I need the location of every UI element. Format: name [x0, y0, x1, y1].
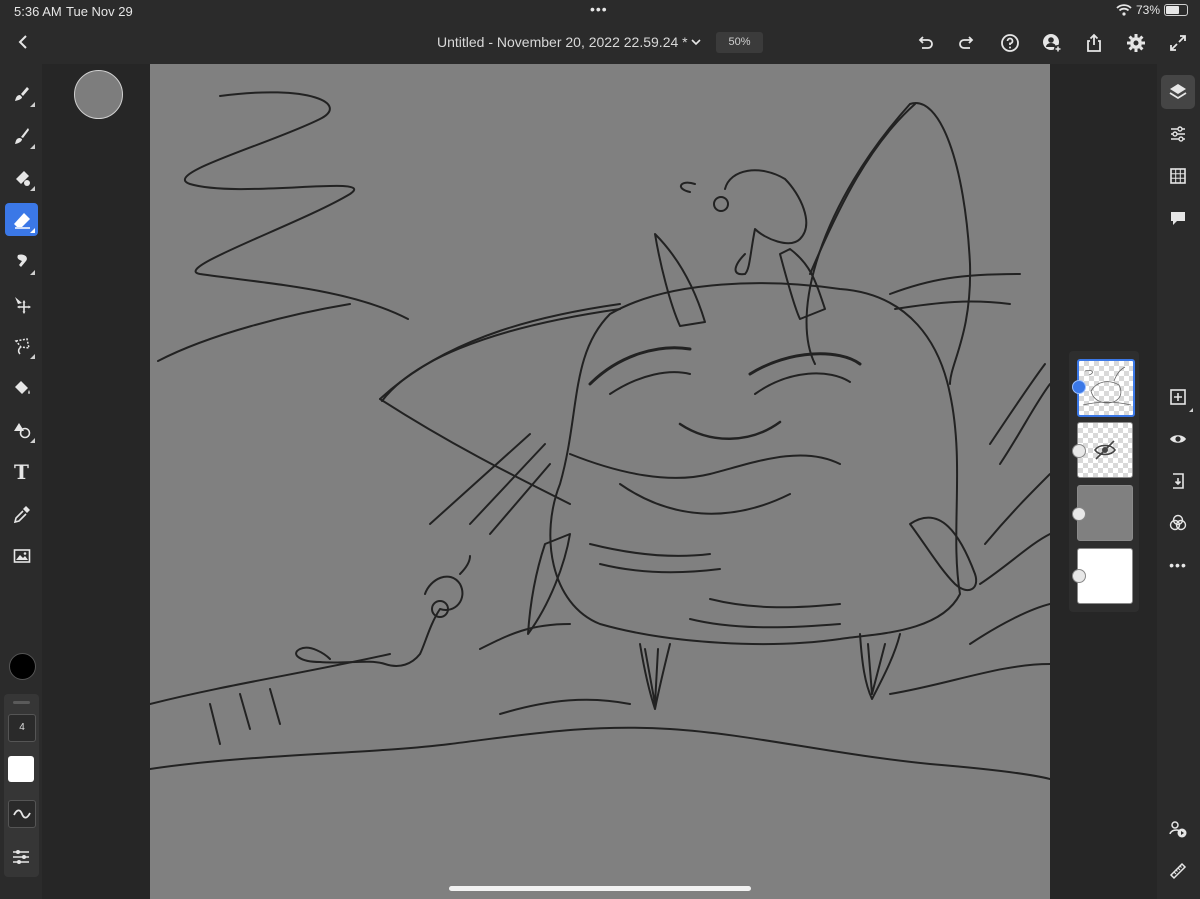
tool-shapes[interactable]: [5, 413, 38, 446]
layers-button[interactable]: [1161, 75, 1195, 109]
help-icon: [1001, 34, 1019, 52]
tool-move[interactable]: [5, 287, 38, 320]
layer-type-badge: [1072, 444, 1086, 458]
brush-icon: [14, 127, 29, 144]
more-options-button[interactable]: •••: [1161, 548, 1195, 582]
layer-type-badge: [1072, 380, 1086, 394]
sliders-icon: [13, 850, 29, 864]
redo-icon: [959, 36, 974, 49]
battery-percent: 73%: [1135, 3, 1160, 17]
zoom-level[interactable]: 50%: [716, 32, 763, 53]
eraser-icon: [13, 212, 30, 229]
layers-icon: [1169, 84, 1187, 100]
wave-icon: [13, 809, 31, 819]
comment-icon: [1171, 212, 1185, 225]
tool-live-brush[interactable]: [5, 119, 38, 152]
multitasking-dots[interactable]: •••: [590, 1, 608, 17]
image-icon: [13, 548, 30, 563]
shapes-icon: [13, 422, 30, 438]
sketch-artwork: [150, 91, 1050, 780]
livestream-icon: [1169, 821, 1187, 838]
visibility-icon: [1170, 435, 1186, 443]
move-icon: [14, 296, 31, 314]
chevron-down-icon: [691, 39, 701, 46]
left-toolbar: T 4: [0, 64, 42, 899]
tool-eraser[interactable]: [5, 203, 38, 236]
layer-type-badge: [1072, 507, 1086, 521]
import-icon: [1173, 473, 1184, 489]
redo-button[interactable]: [956, 32, 978, 54]
tool-paint-bucket[interactable]: [5, 371, 38, 404]
tool-lasso[interactable]: [5, 329, 38, 362]
account-button[interactable]: [1041, 32, 1063, 54]
undo-button[interactable]: [914, 32, 936, 54]
title-dropdown[interactable]: [688, 34, 704, 50]
chevron-left-icon: [18, 35, 27, 49]
tool-text[interactable]: T: [5, 455, 38, 488]
tool-fill-brush[interactable]: [5, 161, 38, 194]
help-button[interactable]: [999, 32, 1021, 54]
import-button[interactable]: [1161, 464, 1195, 498]
drawing-canvas[interactable]: [150, 64, 1050, 899]
sketch-thumbnail-icon: [1082, 366, 1132, 406]
panel-drag-handle[interactable]: [13, 701, 30, 704]
expand-icon: [1170, 35, 1186, 51]
right-toolbar: •••: [1157, 64, 1200, 899]
layer-visibility-button[interactable]: [1161, 422, 1195, 456]
ruler-icon: [1169, 862, 1187, 880]
status-bar: 5:36 AM Tue Nov 29 ••• 73%: [0, 0, 1200, 22]
livestream-button[interactable]: [1161, 812, 1195, 846]
home-indicator[interactable]: [449, 886, 751, 891]
blend-icon: [1169, 514, 1187, 531]
paint-bucket-icon: [14, 380, 30, 394]
status-right: 73%: [1116, 3, 1188, 17]
more-icon: •••: [1169, 557, 1187, 573]
layers-panel: [1069, 351, 1139, 612]
brush-icon: [14, 86, 29, 101]
brush-size-control[interactable]: 4: [8, 714, 36, 742]
fill-brush-icon: [15, 170, 30, 186]
blend-mode-button[interactable]: [1161, 506, 1195, 540]
gear-icon: [1127, 34, 1145, 52]
brush-size-preview[interactable]: [74, 70, 123, 119]
tool-smudge[interactable]: [5, 245, 38, 278]
top-toolbar: Untitled - November 20, 2022 22.59.24 * …: [0, 22, 1200, 64]
brush-opacity-control[interactable]: [8, 756, 34, 782]
eye-off-icon: [1094, 440, 1116, 460]
add-layer-icon: [1170, 389, 1186, 405]
tool-pixel-brush[interactable]: [5, 77, 38, 110]
smudge-icon: [16, 253, 27, 267]
eyedropper-icon: [13, 505, 30, 523]
wifi-icon: [1116, 4, 1132, 16]
smoothing-control[interactable]: [8, 800, 36, 828]
brush-settings-button[interactable]: [10, 846, 32, 868]
settings-button[interactable]: [1125, 32, 1147, 54]
fullscreen-button[interactable]: [1167, 32, 1189, 54]
tool-eyedropper[interactable]: [5, 497, 38, 530]
document-title[interactable]: Untitled - November 20, 2022 22.59.24 *: [437, 34, 688, 50]
battery-level: [1166, 6, 1180, 14]
grid-button[interactable]: [1161, 159, 1195, 193]
canvas-gutter: [42, 64, 150, 899]
current-color-swatch[interactable]: [9, 653, 36, 680]
tool-image[interactable]: [5, 539, 38, 572]
back-button[interactable]: [12, 30, 34, 54]
grid-icon: [1170, 168, 1186, 184]
share-icon: [1087, 33, 1101, 52]
user-add-icon: [1043, 34, 1062, 53]
adjustments-icon: [1171, 126, 1185, 142]
ruler-button[interactable]: [1161, 854, 1195, 888]
status-time: 5:36 AM: [14, 4, 62, 19]
battery-icon: [1164, 4, 1188, 16]
lasso-icon: [14, 337, 30, 355]
status-date: Tue Nov 29: [66, 4, 133, 19]
share-button[interactable]: [1083, 32, 1105, 54]
text-tool-icon: T: [14, 459, 29, 484]
adjustments-button[interactable]: [1161, 117, 1195, 151]
layer-type-badge: [1072, 569, 1086, 583]
undo-icon: [918, 36, 933, 49]
add-layer-button[interactable]: [1161, 380, 1195, 414]
comments-button[interactable]: [1161, 201, 1195, 235]
brush-properties-panel: 4: [4, 694, 39, 877]
